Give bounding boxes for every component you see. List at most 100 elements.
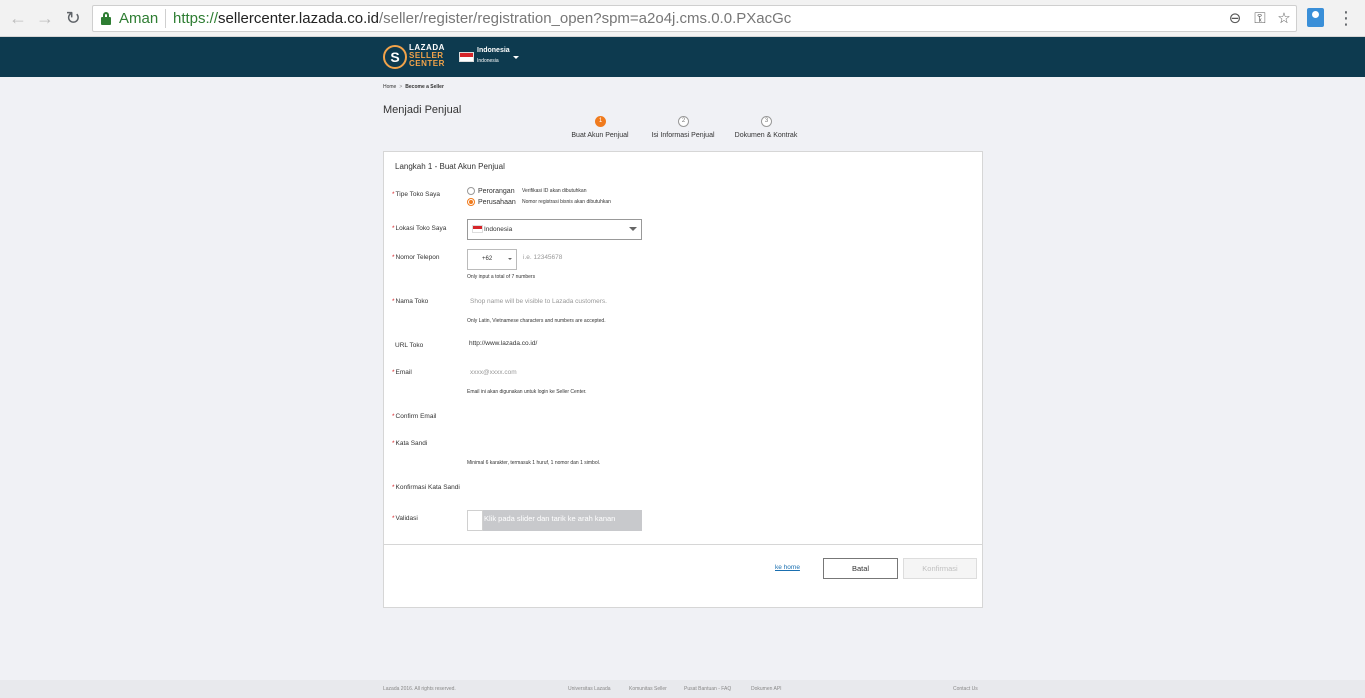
registration-form: Langkah 1 - Buat Akun Penjual *Tipe Toko…: [383, 151, 983, 608]
required-mark: *: [392, 369, 395, 376]
email-hint: Email ini akan digunakan untuk login ke …: [467, 389, 587, 395]
site-header: S LAZADA SELLER CENTER Indonesia Indones…: [0, 37, 1365, 77]
indonesia-flag-icon: [459, 52, 474, 62]
required-mark: *: [392, 484, 395, 491]
phone-input[interactable]: i.e. 12345678: [521, 249, 641, 270]
phone-hint: Only input a total of 7 numbers: [467, 274, 536, 280]
required-mark: *: [392, 254, 395, 261]
lock-icon: [101, 12, 111, 25]
breadcrumb-home[interactable]: Home: [383, 84, 396, 90]
confirm-password-input[interactable]: [467, 478, 642, 496]
back-icon[interactable]: ←: [7, 7, 29, 29]
radio-button[interactable]: [467, 187, 475, 195]
password-input[interactable]: [467, 434, 642, 452]
shop-type-label: *Tipe Toko Saya: [392, 191, 440, 198]
password-hint: Minimal 6 karakter, termasuk 1 huruf, 1 …: [467, 460, 601, 466]
country-selector[interactable]: Indonesia Indonesia: [459, 46, 529, 70]
radio-label: Perusahaan: [478, 198, 516, 206]
home-link[interactable]: ke home: [775, 564, 800, 571]
slider-handle[interactable]: [467, 510, 483, 531]
required-mark: *: [392, 413, 395, 420]
radio-hint: Verifikasi ID akan dibutuhkan: [522, 188, 587, 194]
logo-text: LAZADA SELLER CENTER: [409, 44, 445, 68]
url-host: sellercenter.lazada.co.id: [218, 10, 379, 27]
required-mark: *: [392, 225, 395, 232]
breadcrumb: Home > Become a Seller: [383, 84, 444, 90]
lazada-seller-center-logo[interactable]: S LAZADA SELLER CENTER: [383, 43, 449, 71]
confirm-email-input[interactable]: [467, 407, 642, 425]
location-value: Indonesia: [484, 226, 513, 233]
logo-line-3: CENTER: [409, 59, 445, 68]
extension-icon[interactable]: [1307, 8, 1324, 27]
shop-name-input[interactable]: Shop name will be visible to Lazada cust…: [467, 294, 642, 312]
required-mark: *: [392, 440, 395, 447]
shop-name-hint: Only Latin, Vietnamese characters and nu…: [467, 318, 606, 324]
breadcrumb-separator: >: [399, 84, 403, 90]
validation-slider[interactable]: Klik pada slider dan tarik ke arah kanan: [467, 510, 642, 531]
page-footer: Lazada 2016. All rights reserved. Univer…: [0, 680, 1365, 698]
shop-name-label: *Nama Toko: [392, 298, 429, 305]
breadcrumb-current: Become a Seller: [405, 84, 444, 90]
footer-copyright: Lazada 2016. All rights reserved.: [383, 686, 456, 692]
email-label: *Email: [392, 369, 412, 376]
footer-link[interactable]: Dokumen API: [751, 686, 782, 692]
location-label: *Lokasi Toko Saya: [392, 225, 447, 232]
confirm-password-label: *Konfirmasi Kata Sandi: [392, 484, 460, 491]
browser-toolbar: ← → ↻ Aman https://sellercenter.lazada.c…: [0, 0, 1365, 37]
location-select[interactable]: Indonesia: [467, 219, 642, 240]
secure-label: Aman: [119, 10, 159, 27]
star-icon[interactable]: ☆: [1274, 9, 1294, 29]
form-heading: Langkah 1 - Buat Akun Penjual: [395, 162, 505, 171]
footer-contact-link[interactable]: Contact Us: [953, 686, 978, 692]
step-number: 2: [678, 116, 689, 127]
step-label: Isi Informasi Penjual: [651, 132, 715, 139]
radio-label: Perorangan: [478, 187, 515, 195]
form-divider: [384, 544, 982, 545]
step-2: 2 Isi Informasi Penjual: [638, 116, 728, 144]
validation-label: *Validasi: [392, 515, 418, 522]
url-path: /seller/register/registration_open?spm=a…: [378, 10, 792, 27]
footer-link[interactable]: Pusat Bantuan - FAQ: [684, 686, 731, 692]
password-label: *Kata Sandi: [392, 440, 428, 447]
required-mark: *: [392, 191, 395, 198]
menu-icon[interactable]: ⋮: [1337, 7, 1355, 29]
slider-instruction: Klik pada slider dan tarik ke arah kanan: [484, 514, 616, 523]
step-number: 3: [761, 116, 772, 127]
step-label: Buat Akun Penjual: [571, 132, 629, 139]
email-input[interactable]: xxxx@xxxx.com: [467, 365, 642, 383]
logo-mark: S: [383, 45, 407, 69]
url-text[interactable]: https://sellercenter.lazada.co.id/seller…: [173, 10, 791, 27]
shop-url-label: URL Toko: [395, 342, 424, 349]
footer-link[interactable]: Komunitas Seller: [629, 686, 667, 692]
country-language: Indonesia: [477, 58, 499, 64]
step-label: Dokumen & Kontrak: [734, 132, 798, 139]
phone-code-select[interactable]: +62: [467, 249, 517, 270]
step-3: 3 Dokumen & Kontrak: [721, 116, 811, 144]
shop-url-value: http://www.lazada.co.id/: [469, 340, 538, 347]
zoom-icon[interactable]: ⊖: [1225, 9, 1245, 29]
chevron-down-icon: [629, 227, 637, 231]
chevron-down-icon: [513, 56, 519, 59]
required-mark: *: [392, 298, 395, 305]
cancel-button[interactable]: Batal: [823, 558, 898, 579]
phone-code-value: +62: [482, 256, 493, 262]
required-mark: *: [392, 515, 395, 522]
radio-button[interactable]: [467, 198, 475, 206]
reload-icon[interactable]: ↻: [62, 7, 84, 29]
footer-link[interactable]: Universitas Lazada: [568, 686, 611, 692]
radio-hint: Nomor registrasi bisnis akan dibutuhkan: [522, 199, 611, 205]
indonesia-flag-icon: [472, 225, 483, 233]
country-name: Indonesia: [477, 47, 510, 54]
confirm-button[interactable]: Konfirmasi: [903, 558, 977, 579]
key-icon[interactable]: ⚿: [1250, 9, 1270, 29]
step-number: 1: [595, 116, 606, 127]
address-bar[interactable]: Aman https://sellercenter.lazada.co.id/s…: [92, 5, 1297, 32]
chevron-down-icon: [508, 258, 512, 260]
address-separator: [165, 9, 166, 28]
page-title: Menjadi Penjual: [383, 104, 462, 116]
step-1: 1 Buat Akun Penjual: [555, 116, 645, 144]
radio-perorangan[interactable]: Perorangan Verifikasi ID akan dibutuhkan: [467, 187, 586, 195]
forward-icon[interactable]: →: [34, 7, 56, 29]
confirm-email-label: *Confirm Email: [392, 413, 437, 420]
radio-perusahaan[interactable]: Perusahaan Nomor registrasi bisnis akan d…: [467, 198, 611, 206]
